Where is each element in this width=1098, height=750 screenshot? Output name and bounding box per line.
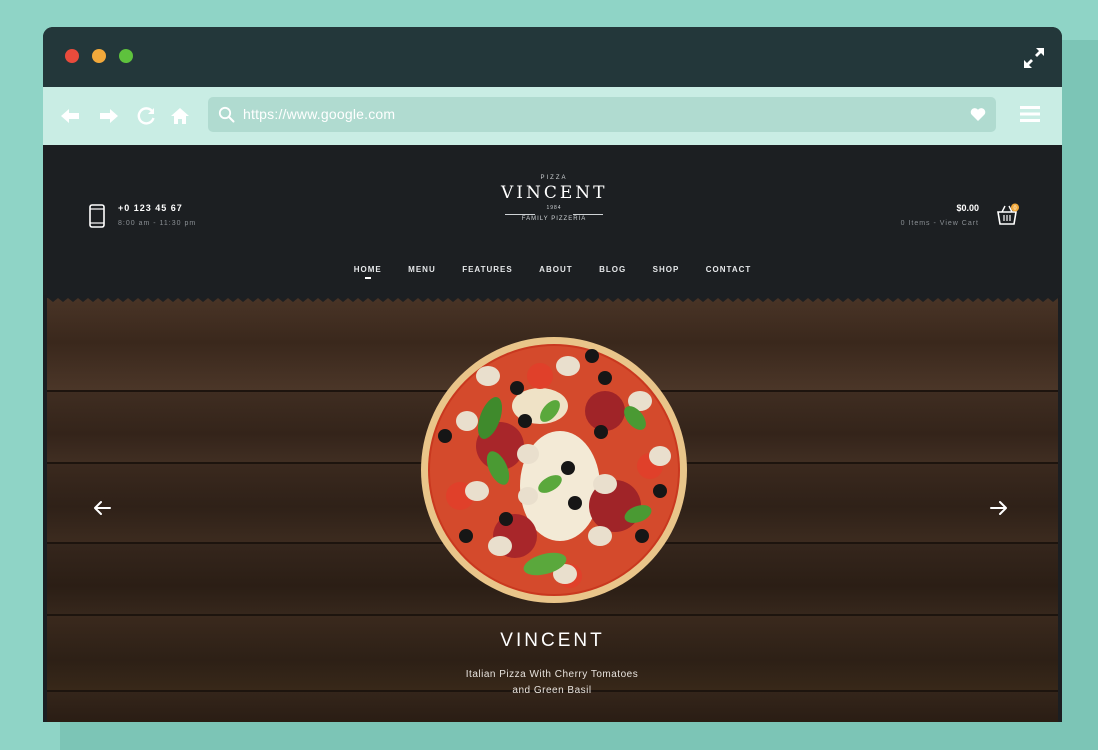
phone-number[interactable]: +0 123 45 67 [118, 203, 183, 213]
logo-divider [505, 214, 535, 215]
nav-contact[interactable]: CONTACT [706, 265, 752, 274]
search-icon [218, 106, 235, 123]
logo-year: 1984 [546, 205, 562, 211]
pizza-image [421, 337, 687, 603]
logo-top-text: PIZZA [540, 175, 568, 181]
hero-subtitle-line-1: Italian Pizza With Cherry Tomatoes [465, 669, 639, 680]
nav-about[interactable]: ABOUT [539, 265, 572, 274]
shopping-basket-icon[interactable]: 0 [996, 203, 1020, 227]
browser-window: https://www.google.com +0 123 45 67 8:00… [43, 27, 1062, 722]
opening-hours: 8:00 am - 11:30 pm [118, 220, 197, 227]
nav-shop[interactable]: SHOP [653, 265, 680, 274]
back-icon[interactable] [59, 105, 81, 127]
maximize-window-button[interactable] [119, 49, 133, 63]
logo-subtitle: FAMILY PIZZERIA [521, 216, 587, 222]
logo-name: VINCENT [501, 183, 608, 203]
nav-menu[interactable]: MENU [408, 265, 436, 274]
logo-divider [573, 214, 603, 215]
slider-prev-arrow-icon[interactable] [93, 500, 111, 516]
browser-toolbar: https://www.google.com [43, 87, 1062, 145]
reload-icon[interactable] [135, 105, 157, 127]
hero-subtitle: Italian Pizza With Cherry Tomatoes and G… [452, 667, 652, 699]
minimize-window-button[interactable] [92, 49, 106, 63]
phone-icon [89, 204, 105, 228]
nav-home[interactable]: HOME [354, 265, 382, 279]
zigzag-border [47, 295, 1058, 302]
nav-features[interactable]: FEATURES [462, 265, 513, 274]
cart-total[interactable]: $0.00 [956, 203, 979, 213]
site-header: +0 123 45 67 8:00 am - 11:30 pm PIZZA VI… [43, 150, 1062, 295]
nav-blog[interactable]: BLOG [599, 265, 626, 274]
heart-icon[interactable] [970, 107, 986, 122]
site-logo[interactable]: PIZZA VINCENT 1984 FAMILY PIZZERIA [501, 175, 607, 235]
close-window-button[interactable] [65, 49, 79, 63]
forward-icon[interactable] [98, 105, 120, 127]
hero-slider: VINCENT Italian Pizza With Cherry Tomato… [47, 295, 1058, 722]
main-navigation: HOME MENU FEATURES ABOUT BLOG SHOP CONTA… [43, 259, 1062, 279]
hamburger-menu-icon[interactable] [1020, 105, 1040, 123]
slider-next-arrow-icon[interactable] [990, 500, 1008, 516]
expand-icon[interactable] [1022, 46, 1046, 70]
website: +0 123 45 67 8:00 am - 11:30 pm PIZZA VI… [43, 150, 1062, 722]
cart-badge: 0 [1013, 206, 1016, 212]
url-text: https://www.google.com [243, 106, 396, 122]
address-bar[interactable]: https://www.google.com [208, 97, 996, 132]
hero-title: VINCENT [500, 630, 605, 651]
hero-subtitle-line-2: and Green Basil [512, 685, 592, 696]
cart-summary-link[interactable]: 0 Items - View Cart [901, 220, 979, 227]
home-icon[interactable] [169, 105, 191, 127]
title-bar [43, 27, 1062, 87]
